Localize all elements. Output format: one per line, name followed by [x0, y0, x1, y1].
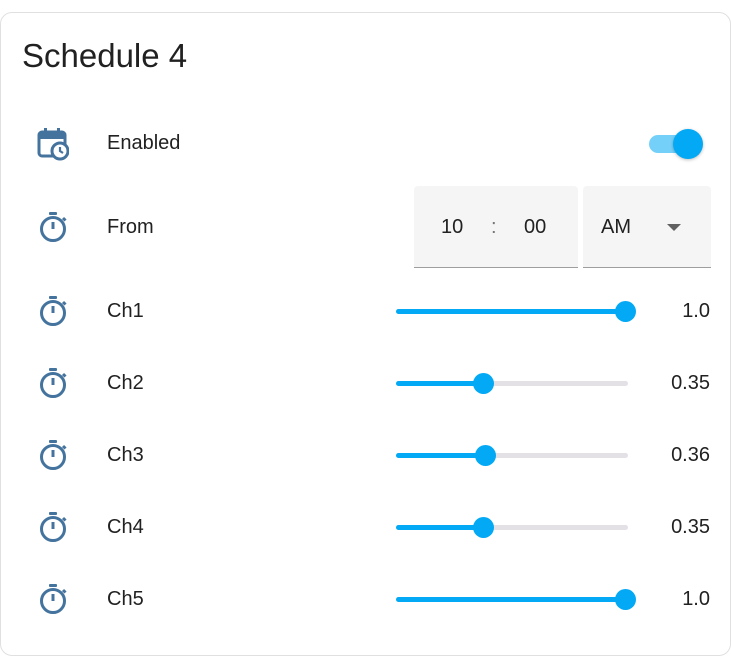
channel-slider[interactable] — [396, 297, 636, 325]
channel-label: Ch3 — [107, 444, 144, 466]
channel-slider[interactable] — [396, 513, 628, 541]
slider-fill — [396, 453, 485, 458]
channel-label: Ch5 — [107, 588, 144, 610]
minute-field[interactable]: 00 — [524, 215, 546, 239]
enabled-row: Enabled — [0, 127, 731, 161]
channel-row-ch2: Ch2 0.35 — [0, 368, 731, 402]
channel-value: 0.35 — [671, 372, 710, 394]
channel-row-ch3: Ch3 0.36 — [0, 440, 731, 474]
timer-icon — [37, 295, 69, 327]
channel-value: 1.0 — [682, 300, 710, 322]
channel-label: Ch4 — [107, 516, 144, 538]
timer-icon — [37, 367, 69, 399]
channel-value: 0.36 — [671, 444, 710, 466]
channel-slider[interactable] — [396, 585, 636, 613]
from-row: From 10 : 00 AM — [0, 186, 731, 270]
hour-field[interactable]: 10 — [441, 215, 463, 239]
ampm-select[interactable]: AM — [583, 186, 711, 268]
channel-slider[interactable] — [396, 441, 628, 469]
channel-row-ch5: Ch5 1.0 — [0, 584, 731, 618]
timer-icon — [37, 511, 69, 543]
time-separator: : — [491, 216, 497, 238]
ampm-value: AM — [601, 216, 631, 238]
slider-fill — [396, 525, 483, 530]
channel-slider[interactable] — [396, 369, 628, 397]
toggle-thumb — [673, 129, 703, 159]
slider-knob[interactable] — [472, 373, 494, 394]
slider-fill — [396, 309, 625, 314]
slider-knob[interactable] — [615, 301, 636, 322]
channel-label: Ch2 — [107, 372, 144, 394]
enabled-label: Enabled — [107, 132, 181, 154]
chevron-down-icon — [667, 224, 681, 231]
schedule-card — [0, 12, 731, 656]
time-input: 10 : 00 — [414, 186, 578, 268]
slider-knob[interactable] — [615, 589, 636, 610]
channel-value: 1.0 — [682, 588, 710, 610]
timer-icon — [37, 211, 69, 243]
calendar-clock-icon — [37, 127, 70, 161]
enabled-toggle[interactable] — [649, 128, 705, 160]
channel-row-ch1: Ch1 1.0 — [0, 296, 731, 330]
channel-value: 0.35 — [671, 516, 710, 538]
channel-label: Ch1 — [107, 300, 144, 322]
from-label: From — [107, 216, 154, 238]
timer-icon — [37, 583, 69, 615]
slider-fill — [396, 597, 625, 602]
slider-fill — [396, 381, 483, 386]
timer-icon — [37, 439, 69, 471]
slider-knob[interactable] — [474, 445, 496, 466]
card-title: Schedule 4 — [22, 37, 188, 74]
slider-knob[interactable] — [472, 517, 494, 538]
channel-row-ch4: Ch4 0.35 — [0, 512, 731, 546]
